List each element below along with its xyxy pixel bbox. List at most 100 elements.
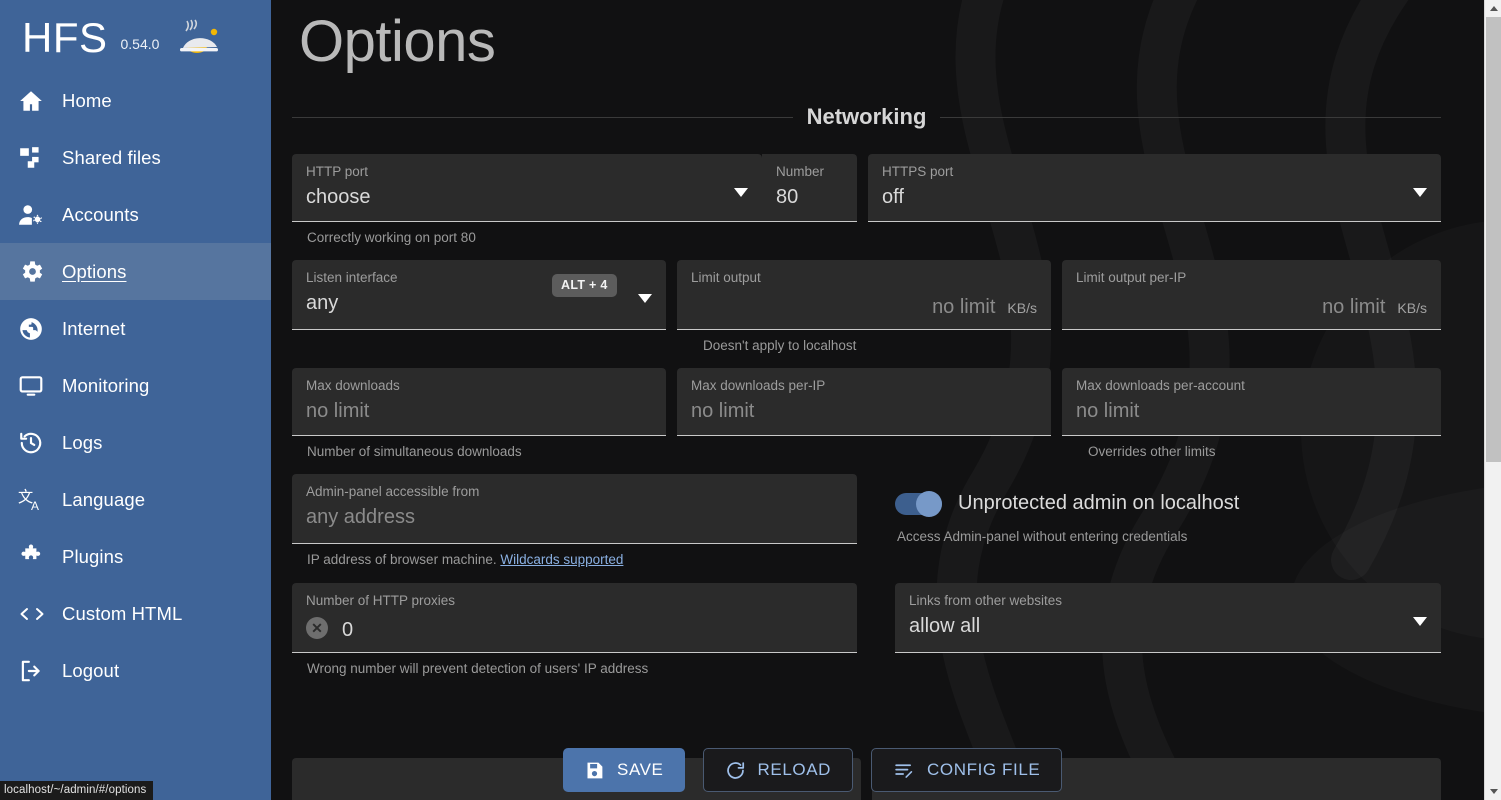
sidebar-item-label: Options [62,260,127,282]
field-label: Max downloads per-account [1076,378,1245,393]
limit-output-per-ip-input[interactable]: Limit output per-IP no limit KB/s [1062,260,1441,330]
http-proxies-input[interactable]: Number of HTTP proxies ✕ 0 [292,583,857,653]
sidebar-item-options[interactable]: Options [0,243,271,300]
sidebar: HFS 0.54.0 Home Shared files Accounts Op… [0,0,271,800]
user-gear-icon [18,202,62,228]
row-admin-access: Admin-panel accessible from any address … [292,474,1441,544]
toggle-switch-icon[interactable] [895,490,942,517]
sidebar-item-internet[interactable]: Internet [0,300,271,357]
sidebar-item-logout[interactable]: Logout [0,642,271,699]
chevron-down-icon[interactable] [734,188,748,197]
max-downloads-input[interactable]: Max downloads no limit [292,368,666,436]
row-max-downloads: Max downloads no limit Max downloads per… [292,368,1441,436]
max-downloads-per-account-input[interactable]: Max downloads per-account no limit [1062,368,1441,436]
sidebar-item-language[interactable]: 文 A Language [0,471,271,528]
sidebar-item-logs[interactable]: Logs [0,414,271,471]
unprotected-admin-group: Unprotected admin on localhost Access Ad… [895,474,1441,544]
row-ports-hints: Correctly working on port 80 [292,222,1441,246]
admin-panel-accessible-from-input[interactable]: Admin-panel accessible from any address [292,474,857,544]
sidebar-item-monitoring[interactable]: Monitoring [0,357,271,414]
svg-text:A: A [31,498,39,512]
shortcut-badge-alt4: ALT + 4 [552,274,617,297]
field-label: Max downloads per-IP [691,378,826,393]
scrollbar-down-arrow-icon[interactable] [1485,783,1501,800]
admin-panel-hint: IP address of browser machine. Wildcards… [292,544,857,568]
vertical-scrollbar[interactable] [1484,0,1501,800]
scrollbar-thumb[interactable] [1486,17,1501,462]
max-downloads-per-account-hint: Overrides other limits [1088,444,1216,459]
form-action-bar: SAVE RELOAD CONFIG FILE [563,748,1063,792]
sidebar-item-custom-html[interactable]: Custom HTML [0,585,271,642]
field-value: no limit [1322,296,1386,318]
max-downloads-hint: Number of simultaneous downloads [307,444,522,459]
field-label: HTTP port [306,164,369,179]
field-label: Max downloads [306,378,400,393]
max-downloads-per-ip-input[interactable]: Max downloads per-IP no limit [677,368,1051,436]
toggle-hint: Access Admin-panel without entering cred… [897,529,1188,544]
wildcards-supported-link[interactable]: Wildcards supported [500,552,623,567]
sidebar-item-label: Logout [62,659,120,681]
scrollbar-up-arrow-icon[interactable] [1485,0,1501,17]
row-proxies-hints: Wrong number will prevent detection of u… [292,653,1441,677]
sidebar-item-label: Language [62,488,146,510]
field-value: no limit [306,400,370,422]
field-value: off [882,186,904,208]
sidebar-item-label: Logs [62,431,103,453]
config-file-button[interactable]: CONFIG FILE [871,748,1063,792]
brand-version: 0.54.0 [120,36,160,52]
https-port-select[interactable]: HTTPS port off [868,154,1441,222]
http-port-select[interactable]: HTTP port choose [292,154,762,222]
unprotected-admin-toggle[interactable]: Unprotected admin on localhost [895,490,1441,517]
field-label: Limit output per-IP [1076,270,1187,285]
translate-icon: 文 A [18,487,62,513]
sidebar-item-plugins[interactable]: Plugins [0,528,271,585]
http-port-hint: Correctly working on port 80 [307,230,476,245]
field-label: HTTPS port [882,164,954,179]
gear-icon [18,258,62,285]
sidebar-item-label: Internet [62,317,126,339]
sitemap-icon [18,145,62,171]
reload-icon [725,760,746,781]
row-proxies-links: Number of HTTP proxies ✕ 0 Links from ot… [292,583,1441,653]
field-value-row: no limit KB/s [691,294,1037,320]
chevron-down-icon[interactable] [638,294,652,303]
http-port-number-input[interactable]: Number 80 [762,154,857,222]
chevron-down-icon[interactable] [1413,188,1427,197]
field-value: no limit [691,400,755,422]
limit-output-input[interactable]: Limit output no limit KB/s [677,260,1051,330]
history-icon [18,430,62,456]
sidebar-item-label: Monitoring [62,374,150,396]
field-value: choose [306,186,371,208]
toggle-label: Unprotected admin on localhost [958,492,1240,514]
save-button-label: SAVE [617,760,664,779]
sidebar-item-label: Home [62,89,112,111]
sidebar-item-label: Shared files [62,146,161,168]
section-header-networking: Networking [292,104,1442,130]
links-from-other-websites-select[interactable]: Links from other websites allow all [895,583,1441,653]
globe-icon [18,316,62,342]
sidebar-item-home[interactable]: Home [0,72,271,129]
main-content: Options Networking HTTP port choose Numb… [271,0,1501,800]
field-label: Number [776,164,825,179]
save-button[interactable]: SAVE [563,748,685,792]
field-value: 0 [342,619,354,641]
sidebar-item-shared-files[interactable]: Shared files [0,129,271,186]
page-title: Options [299,9,496,74]
row-limits-hints: Doesn't apply to localhost [292,330,1441,354]
field-value: no limit [932,296,996,318]
field-unit: KB/s [1397,300,1427,316]
sidebar-item-label: Custom HTML [62,602,183,624]
file-edit-icon [893,760,915,781]
reload-button[interactable]: RELOAD [702,748,854,792]
limit-output-hint: Doesn't apply to localhost [703,338,857,353]
options-form: HTTP port choose Number 80 HTTPS port of… [271,154,1501,677]
chevron-down-icon[interactable] [1413,617,1427,626]
clear-circle-x-icon[interactable]: ✕ [306,617,328,639]
field-value: no limit [1076,400,1140,422]
field-label: Admin-panel accessible from [306,484,480,499]
sidebar-item-label: Accounts [62,203,139,225]
home-icon [18,88,62,114]
food-cover-logo-icon [177,18,221,63]
row-admin-hints: IP address of browser machine. Wildcards… [292,544,1441,568]
sidebar-item-accounts[interactable]: Accounts [0,186,271,243]
